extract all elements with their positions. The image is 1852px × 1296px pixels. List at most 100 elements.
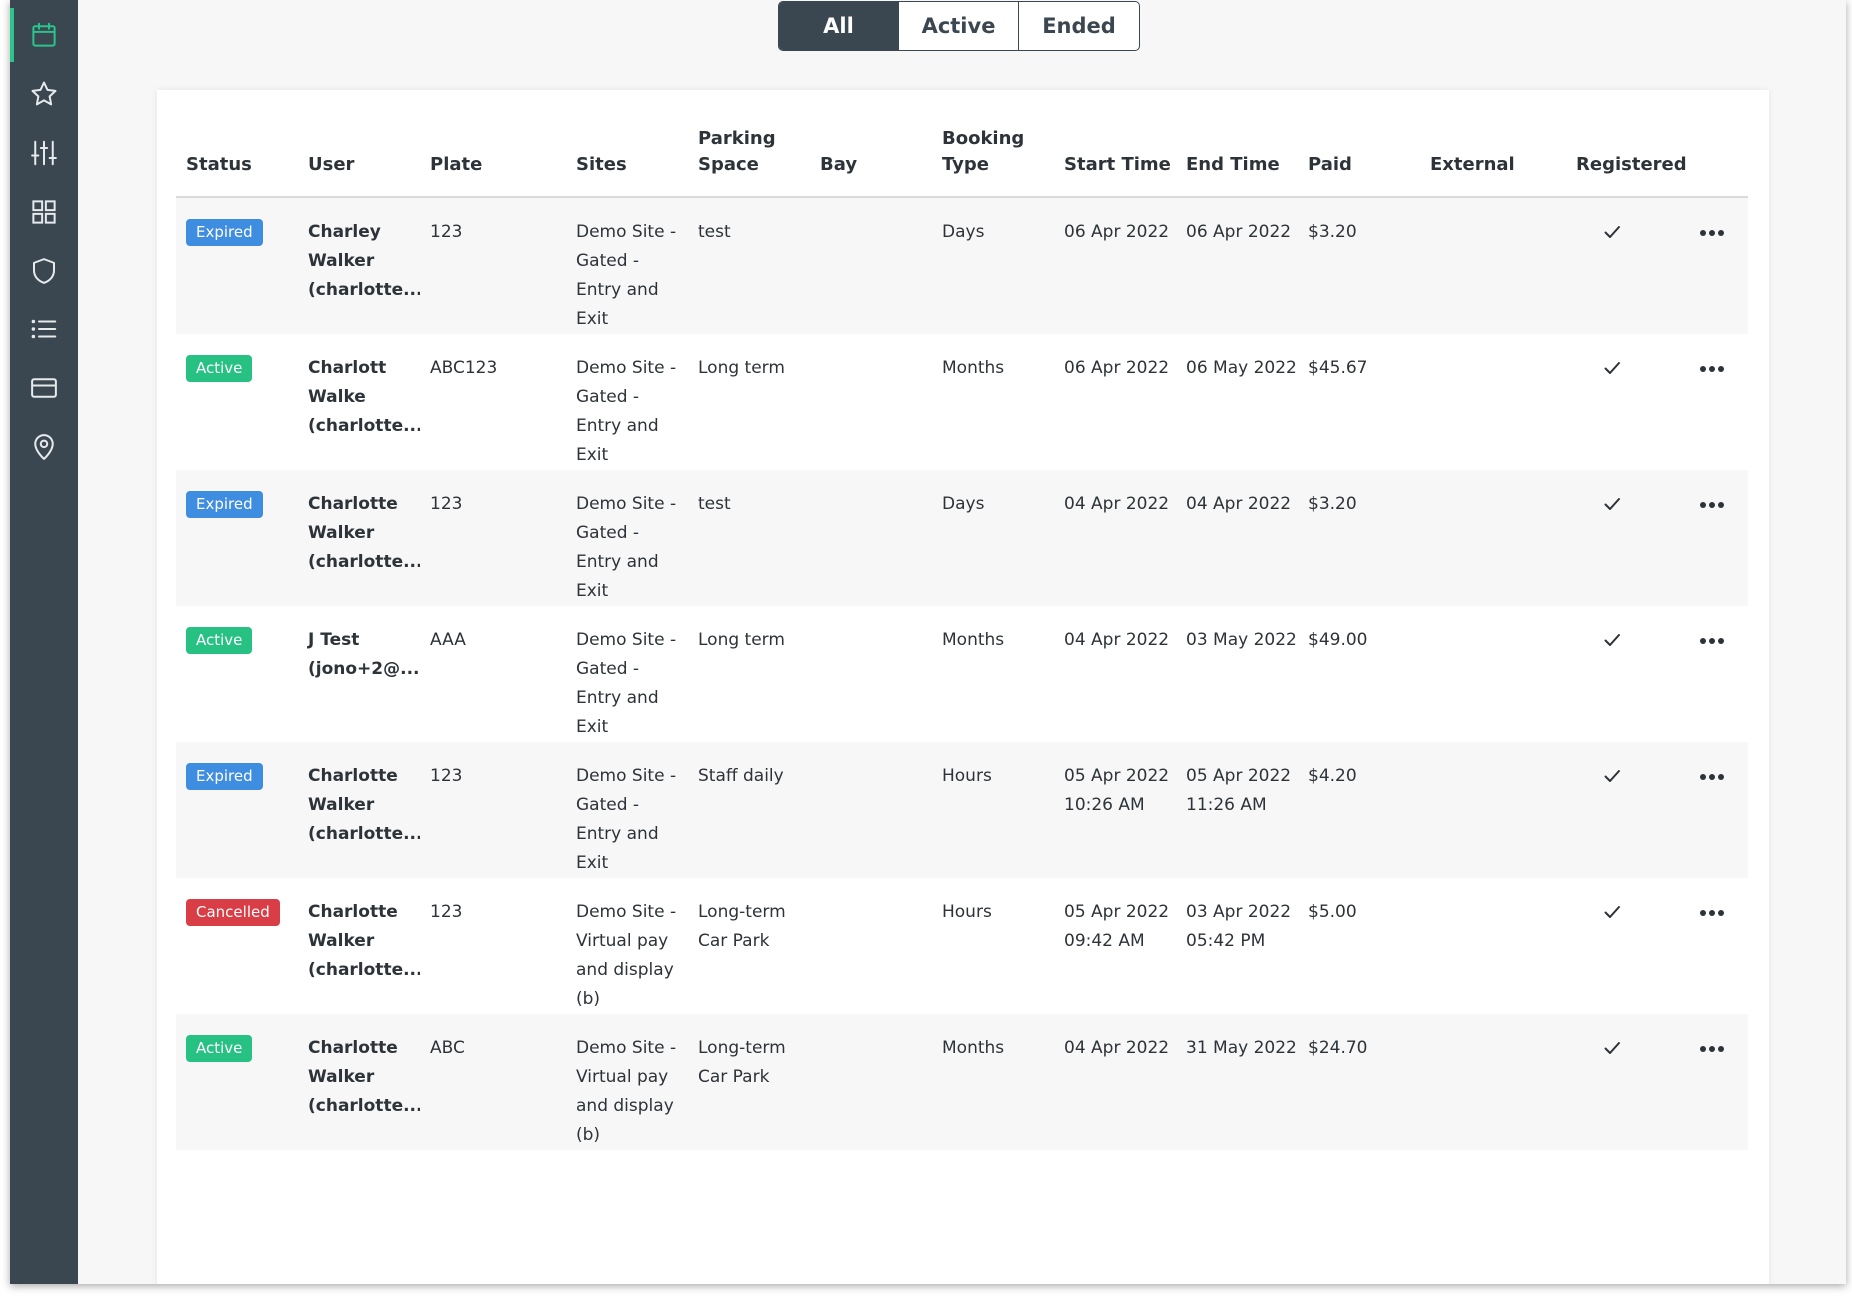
nav-list[interactable] — [10, 300, 78, 358]
sites-cell: Demo Site - Gated - Entry and Exit — [566, 470, 688, 606]
user-cell[interactable]: Charlott Walke (charlotte... — [298, 334, 420, 470]
parking-space-cell: Staff daily — [688, 742, 810, 878]
end-time-cell: 04 Apr 2022 — [1176, 470, 1298, 606]
star-icon — [31, 81, 57, 106]
start-time-cell: 04 Apr 2022 — [1054, 470, 1176, 606]
bookings-card: Status User Plate Sites Parking Space Ba… — [157, 90, 1769, 1284]
bay-cell — [810, 606, 932, 742]
header-start-time[interactable]: Start Time — [1054, 126, 1176, 198]
sidebar — [10, 0, 78, 1284]
table-row[interactable]: Expired Charley Walker (charlotte... 123… — [176, 197, 1748, 334]
table-row[interactable]: Expired Charlotte Walker (charlotte... 1… — [176, 470, 1748, 606]
sites-cell: Demo Site - Gated - Entry and Exit — [566, 197, 688, 334]
end-time-cell: 05 Apr 2022 11:26 AM — [1176, 742, 1298, 878]
filter-active-button[interactable]: Active — [899, 2, 1019, 50]
header-end-time[interactable]: End Time — [1176, 126, 1298, 198]
header-sites[interactable]: Sites — [566, 126, 688, 198]
filter-all-button[interactable]: All — [779, 2, 899, 50]
checkmark-icon — [1604, 498, 1620, 510]
bay-cell — [810, 1014, 932, 1150]
more-icon — [1700, 910, 1724, 916]
parking-space-cell: test — [688, 197, 810, 334]
table-row[interactable]: Active J Test (jono+2@... AAA Demo Site … — [176, 606, 1748, 742]
status-cell: Cancelled — [176, 878, 298, 1014]
booking-type-cell: Hours — [932, 742, 1054, 878]
header-status[interactable]: Status — [176, 126, 298, 198]
nav-settings[interactable] — [10, 124, 78, 182]
paid-cell: $5.00 — [1298, 878, 1420, 1014]
header-paid[interactable]: Paid — [1298, 126, 1420, 198]
nav-security[interactable] — [10, 242, 78, 300]
nav-bookings[interactable] — [10, 6, 78, 64]
paid-cell: $24.70 — [1298, 1014, 1420, 1150]
start-time-cell: 05 Apr 2022 09:42 AM — [1054, 878, 1176, 1014]
table-row[interactable]: Expired Charlotte Walker (charlotte... 1… — [176, 742, 1748, 878]
registered-cell — [1566, 742, 1676, 878]
registered-cell — [1566, 606, 1676, 742]
row-actions-button[interactable] — [1676, 1014, 1748, 1150]
table-row[interactable]: Active Charlotte Walker (charlotte... AB… — [176, 1014, 1748, 1150]
parking-space-cell: test — [688, 470, 810, 606]
header-bay[interactable]: Bay — [810, 126, 932, 198]
external-cell — [1420, 742, 1566, 878]
status-badge: Expired — [186, 763, 263, 790]
booking-type-cell: Days — [932, 197, 1054, 334]
header-parking-space[interactable]: Parking Space — [688, 126, 810, 198]
plate-cell: 123 — [420, 742, 566, 878]
user-cell[interactable]: J Test (jono+2@... — [298, 606, 420, 742]
parking-space-cell: Long-term Car Park — [688, 1014, 810, 1150]
table-row[interactable]: Cancelled Charlotte Walker (charlotte...… — [176, 878, 1748, 1014]
more-icon — [1700, 1046, 1724, 1052]
booking-type-cell: Months — [932, 1014, 1054, 1150]
row-actions-button[interactable] — [1676, 878, 1748, 1014]
row-actions-button[interactable] — [1676, 197, 1748, 334]
row-actions-button[interactable] — [1676, 742, 1748, 878]
bay-cell — [810, 197, 932, 334]
user-cell[interactable]: Charlotte Walker (charlotte... — [298, 742, 420, 878]
nav-dashboard[interactable] — [10, 183, 78, 241]
registered-cell — [1566, 878, 1676, 1014]
plate-cell: 123 — [420, 470, 566, 606]
grid-icon — [32, 200, 56, 224]
user-cell[interactable]: Charlotte Walker (charlotte... — [298, 878, 420, 1014]
checkmark-icon — [1604, 362, 1620, 374]
bay-cell — [810, 742, 932, 878]
row-actions-button[interactable] — [1676, 470, 1748, 606]
parking-space-cell: Long term — [688, 606, 810, 742]
external-cell — [1420, 197, 1566, 334]
start-time-cell: 04 Apr 2022 — [1054, 1014, 1176, 1150]
start-time-cell: 05 Apr 2022 10:26 AM — [1054, 742, 1176, 878]
header-user[interactable]: User — [298, 126, 420, 198]
status-filter: All Active Ended — [778, 1, 1140, 51]
booking-type-cell: Hours — [932, 878, 1054, 1014]
registered-cell — [1566, 334, 1676, 470]
row-actions-button[interactable] — [1676, 606, 1748, 742]
nav-payments[interactable] — [10, 359, 78, 417]
more-icon — [1700, 638, 1724, 644]
booking-type-cell: Months — [932, 334, 1054, 470]
bookings-table: Status User Plate Sites Parking Space Ba… — [176, 126, 1748, 1150]
row-actions-button[interactable] — [1676, 334, 1748, 470]
user-cell[interactable]: Charley Walker (charlotte... — [298, 197, 420, 334]
more-icon — [1700, 366, 1724, 372]
paid-cell: $3.20 — [1298, 470, 1420, 606]
nav-favourites[interactable] — [10, 65, 78, 123]
user-cell[interactable]: Charlotte Walker (charlotte... — [298, 470, 420, 606]
plate-cell: AAA — [420, 606, 566, 742]
status-badge: Expired — [186, 491, 263, 518]
external-cell — [1420, 878, 1566, 1014]
header-booking-type[interactable]: Booking Type — [932, 126, 1054, 198]
more-icon — [1700, 774, 1724, 780]
status-cell: Active — [176, 1014, 298, 1150]
header-plate[interactable]: Plate — [420, 126, 566, 198]
table-row[interactable]: Active Charlott Walke (charlotte... ABC1… — [176, 334, 1748, 470]
bay-cell — [810, 334, 932, 470]
nav-locations[interactable] — [10, 418, 78, 476]
sites-cell: Demo Site - Gated - Entry and Exit — [566, 334, 688, 470]
paid-cell: $45.67 — [1298, 334, 1420, 470]
user-cell[interactable]: Charlotte Walker (charlotte... — [298, 1014, 420, 1150]
header-external[interactable]: External — [1420, 126, 1566, 198]
header-registered[interactable]: Registered — [1566, 126, 1687, 198]
paid-cell: $3.20 — [1298, 197, 1420, 334]
filter-ended-button[interactable]: Ended — [1019, 2, 1139, 50]
